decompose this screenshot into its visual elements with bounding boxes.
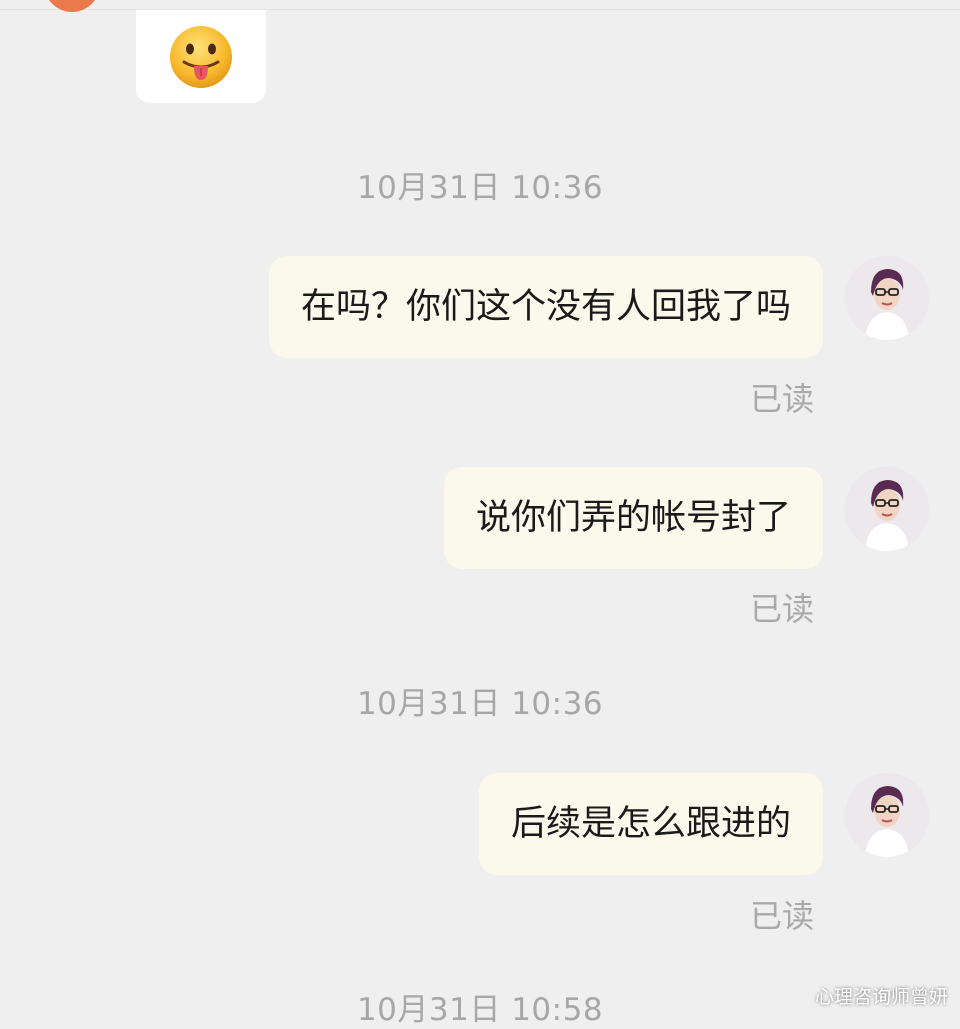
partner-avatar[interactable] bbox=[44, 0, 100, 12]
user-avatar-icon bbox=[845, 256, 929, 340]
message-bubble[interactable]: 在吗？你们这个没有人回我了吗 bbox=[268, 256, 823, 358]
message-bubble[interactable]: 后续是怎么跟进的 bbox=[478, 773, 823, 875]
user-avatar[interactable] bbox=[845, 256, 929, 340]
read-receipt: 已读 bbox=[749, 380, 814, 418]
timestamp: 10月31日 10:36 bbox=[356, 686, 604, 722]
user-avatar-icon bbox=[845, 773, 929, 857]
timestamp: 10月31日 10:36 bbox=[356, 170, 604, 206]
user-avatar[interactable] bbox=[845, 773, 929, 857]
user-avatar[interactable] bbox=[845, 467, 929, 551]
tongue-emoji-icon bbox=[170, 26, 232, 88]
message-bubble[interactable]: 说你们弄的帐号封了 bbox=[443, 467, 823, 569]
user-avatar-icon bbox=[845, 467, 929, 551]
watermark: 心理咨询师曾妍 bbox=[814, 986, 948, 1008]
read-receipt: 已读 bbox=[749, 897, 814, 935]
partner-emoji-bubble[interactable] bbox=[136, 10, 266, 103]
read-receipt: 已读 bbox=[749, 590, 814, 628]
